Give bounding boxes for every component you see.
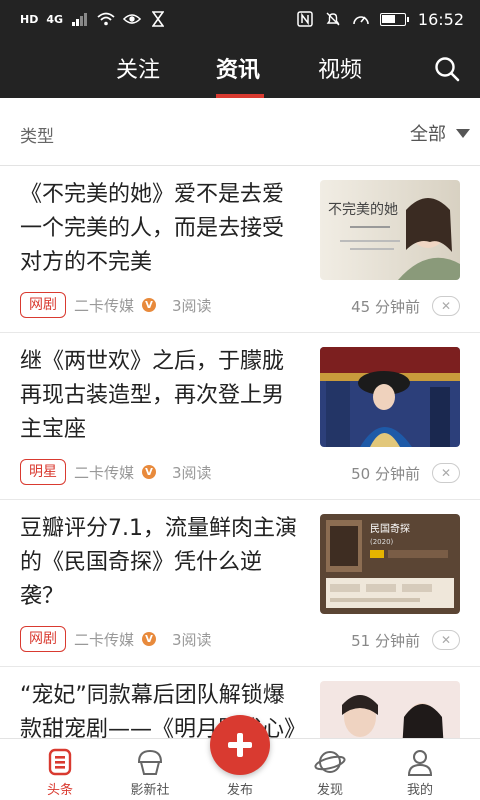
status-bar: HD 4G 16:52 (0, 0, 480, 40)
planet-icon (290, 745, 370, 779)
article-meta: 明星 二卡传媒 V 3阅读 (20, 459, 212, 485)
dismiss-button[interactable]: ✕ (432, 463, 460, 483)
read-count: 3阅读 (172, 463, 212, 482)
signal-icon (71, 9, 89, 29)
mute-bell-icon (324, 9, 342, 29)
nav-label: 头条 (46, 783, 73, 798)
tab-news[interactable]: 资讯 (216, 52, 260, 84)
article-title[interactable]: 《不完美的她》爱不是去爱一个完美的人，而是去接受对方的不完美 (20, 178, 305, 280)
type-filter-dropdown[interactable]: 全部 (410, 120, 470, 146)
network-indicator: 4G (46, 12, 64, 26)
status-left: HD 4G (20, 9, 167, 29)
read-count: 3阅读 (172, 630, 212, 649)
nav-profile[interactable]: 我的 (380, 745, 460, 798)
hd-indicator: HD (20, 12, 39, 26)
dismiss-button[interactable]: ✕ (432, 630, 460, 650)
battery-level (381, 14, 395, 23)
article-thumbnail[interactable]: 民国奇探 (2020) (320, 514, 460, 614)
search-icon[interactable] (434, 56, 460, 82)
article-thumbnail[interactable] (320, 681, 460, 738)
tab-video[interactable]: 视频 (318, 52, 362, 84)
filter-selected-value: 全部 (410, 124, 446, 145)
wifi-icon (97, 9, 115, 29)
article-meta: 网剧 二卡传媒 V 3阅读 (20, 292, 212, 318)
thumbnail-year-text: (2020) (370, 538, 394, 546)
nav-community[interactable]: 影新社 (110, 745, 190, 798)
thumbnail-title-text: 民国奇探 (370, 522, 410, 535)
tab-follow[interactable]: 关注 (116, 52, 160, 84)
article-thumbnail[interactable]: 不完美的她 (320, 180, 460, 280)
category-tag[interactable]: 网剧 (20, 292, 66, 318)
hourglass-icon (149, 9, 167, 29)
nav-label: 发现 (316, 783, 343, 798)
article-list: 《不完美的她》爱不是去爱一个完美的人，而是去接受对方的不完美 不完美的她 网剧 … (0, 166, 480, 738)
battery-icon (379, 12, 409, 26)
dismiss-button[interactable]: ✕ (432, 296, 460, 316)
nav-label: 影新社 (130, 783, 170, 798)
top-nav: 关注 资讯 视频 (0, 40, 480, 98)
publish-time: 45 分钟前 (351, 298, 420, 316)
article-item[interactable]: 《不完美的她》爱不是去爱一个完美的人，而是去接受对方的不完美 不完美的她 网剧 … (0, 166, 480, 333)
plus-icon (228, 733, 252, 757)
article-title[interactable]: 继《两世欢》之后，于朦胧再现古装造型，再次登上男主宝座 (20, 345, 305, 447)
status-right: 16:52 (296, 9, 464, 29)
article-item[interactable]: 继《两世欢》之后，于朦胧再现古装造型，再次登上男主宝座 明星 二卡传媒 V 3阅… (0, 333, 480, 500)
read-count: 3阅读 (172, 296, 212, 315)
nav-label: 我的 (406, 783, 433, 798)
category-tag[interactable]: 网剧 (20, 626, 66, 652)
source-name[interactable]: 二卡传媒 (74, 629, 134, 650)
source-name[interactable]: 二卡传媒 (74, 295, 134, 316)
bottom-nav: 头条 影新社 发布 发现 我的 (0, 715, 480, 800)
publish-button[interactable] (210, 715, 270, 775)
verified-badge-icon: V (142, 632, 157, 646)
verified-badge-icon: V (142, 465, 157, 479)
publish-time: 50 分钟前 (351, 465, 420, 483)
category-tag[interactable]: 明星 (20, 459, 66, 485)
nfc-icon (296, 9, 314, 29)
caret-down-icon (456, 128, 470, 138)
speedometer-icon (352, 9, 370, 29)
publish-time: 51 分钟前 (351, 632, 420, 650)
publish-label[interactable]: 发布 (200, 779, 280, 798)
community-icon (110, 745, 190, 779)
nav-headline[interactable]: 头条 (20, 745, 100, 798)
verified-badge-icon: V (142, 298, 157, 312)
clock: 16:52 (417, 9, 464, 29)
headline-icon (20, 745, 100, 779)
article-title[interactable]: 豆瓣评分7.1，流量鲜肉主演的《民国奇探》凭什么逆袭？ (20, 512, 305, 614)
filter-label: 类型 (20, 127, 54, 147)
article-meta: 网剧 二卡传媒 V 3阅读 (20, 626, 212, 652)
source-name[interactable]: 二卡传媒 (74, 462, 134, 483)
type-filter-bar: 类型 全部 (0, 98, 480, 166)
nav-discover[interactable]: 发现 (290, 745, 370, 798)
article-item[interactable]: 豆瓣评分7.1，流量鲜肉主演的《民国奇探》凭什么逆袭？ 民国奇探 (2020) … (0, 500, 480, 667)
article-thumbnail[interactable] (320, 347, 460, 447)
thumbnail-calligraphy: 不完美的她 (328, 202, 398, 218)
eye-icon (123, 9, 142, 29)
profile-icon (380, 745, 460, 779)
